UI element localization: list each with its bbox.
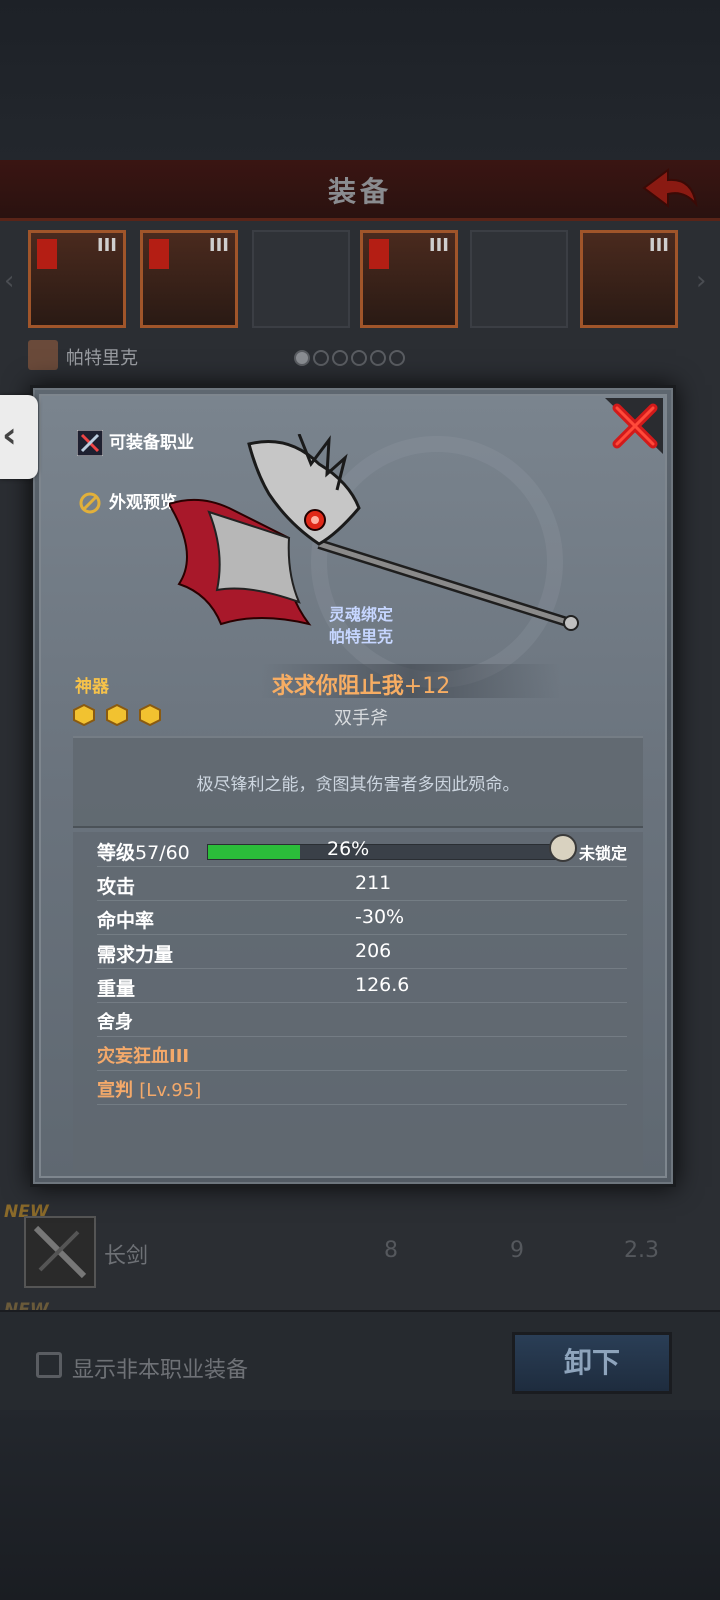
equipment-slot[interactable]: III (28, 230, 126, 328)
xp-progress-bar (207, 844, 561, 860)
slots-right-arrow-icon[interactable]: › (696, 266, 706, 296)
soul-bound-label: 灵魂绑定 (328, 605, 393, 624)
equipment-slot-empty[interactable] (470, 230, 568, 328)
weapon-type: 双手斧 (334, 708, 388, 729)
stat-value: 206 (355, 940, 392, 962)
skill-row: 舍身 (97, 1002, 627, 1037)
character-name: 帕特里克 (66, 348, 138, 369)
slot-tier: III (428, 235, 449, 256)
level-text: 等级57/60 (97, 838, 190, 865)
background-top (0, 0, 720, 160)
level-row: 等级57/60 26% 未锁定 (97, 832, 627, 867)
gem-icon (106, 704, 129, 726)
stat-row: 需求力量 206 (97, 934, 627, 969)
modal-panel: 可装备职业 外观预览 灵魂绑定 帕特里克 神器 求求你阻止我+12 双手斧 极尽… (39, 394, 667, 1178)
description-box: 极尽锋利之能，贪图其伤害者多因此殒命。 (73, 736, 643, 828)
close-icon[interactable] (605, 398, 663, 454)
list-item[interactable]: NEW 长剑 8 9 2.3 (0, 1200, 720, 1300)
slot-tier: III (96, 235, 117, 256)
page-dot[interactable] (294, 350, 310, 366)
stat-row: 攻击 211 (97, 866, 627, 901)
xp-percent: 26% (327, 838, 370, 860)
item-name-text: 求求你阻止我 (271, 674, 404, 699)
gem-icon (139, 704, 162, 726)
page-dots (294, 350, 408, 370)
level-label: 等级 (97, 842, 136, 864)
side-collapse-tab[interactable]: ‹ (0, 395, 38, 479)
soul-bound-info: 灵魂绑定 帕特里克 (291, 604, 431, 648)
unequip-label: 卸下 (563, 1346, 620, 1379)
skill-name: 舍身 (97, 1012, 133, 1033)
page-dot[interactable] (313, 350, 329, 366)
skill-name: 灾妄狂血III (97, 1046, 190, 1067)
appearance-preview-label: 外观预览 (109, 493, 177, 513)
equipment-slot[interactable]: III (140, 230, 238, 328)
stat-label: 攻击 (97, 876, 136, 898)
stat-value: 126.6 (355, 974, 410, 996)
item-detail-modal: 可装备职业 外观预览 灵魂绑定 帕特里克 神器 求求你阻止我+12 双手斧 极尽… (30, 385, 676, 1187)
list-item-value: 9 (510, 1238, 524, 1263)
skill-row: 宣判 [Lv.95] (97, 1070, 627, 1105)
slot-tier: III (208, 235, 229, 256)
equipment-slots: ‹ III III III III › (0, 226, 720, 332)
show-other-class-checkbox[interactable] (36, 1352, 62, 1378)
stat-value: -30% (355, 906, 405, 928)
rarity-label: 神器 (75, 677, 109, 697)
list-item-value: 8 (384, 1238, 398, 1263)
level-value: 57/60 (135, 842, 190, 864)
gem-icon (73, 704, 95, 726)
skill-row: 灾妄狂血III (97, 1036, 627, 1071)
back-arrow-icon[interactable] (640, 166, 700, 212)
stats-panel: 等级57/60 26% 未锁定 攻击 211 命中率 -30% 需求力量 206 (73, 832, 643, 1172)
stat-row: 重量 126.6 (97, 968, 627, 1003)
equipment-slot[interactable]: III (580, 230, 678, 328)
bottom-bar: 显示非本职业装备 卸下 (0, 1310, 720, 1412)
item-description: 极尽锋利之能，贪图其伤害者多因此殒命。 (196, 775, 520, 795)
page-dot[interactable] (351, 350, 367, 366)
stat-row: 命中率 -30% (97, 900, 627, 935)
page-dot[interactable] (332, 350, 348, 366)
background-bottom (0, 1410, 720, 1600)
item-name: 求求你阻止我+12 (211, 668, 511, 700)
equipment-slot-empty[interactable] (252, 230, 350, 328)
banner-icon (37, 239, 57, 269)
page-title: 装备 (327, 175, 392, 208)
banner-icon (149, 239, 169, 269)
preview-icon (79, 492, 101, 514)
slots-left-arrow-icon[interactable]: ‹ (4, 266, 14, 296)
stat-value: 211 (355, 872, 392, 894)
unequip-button[interactable]: 卸下 (512, 1332, 672, 1394)
slot-tier: III (648, 235, 669, 256)
skill-name: 宣判 (97, 1080, 140, 1101)
list-item-name: 长剑 (104, 1244, 149, 1269)
stat-label: 命中率 (97, 910, 155, 932)
stat-label: 重量 (97, 978, 136, 1000)
equipment-slot[interactable]: III (360, 230, 458, 328)
bound-owner: 帕特里克 (328, 627, 393, 646)
character-row: 帕特里克 (28, 340, 708, 374)
stat-label: 需求力量 (97, 944, 174, 966)
page-dot[interactable] (389, 350, 405, 366)
skill-name-with-level: 宣判 [Lv.95] (97, 1076, 201, 1102)
chevron-left-icon: ‹ (2, 415, 17, 456)
skill-level: [Lv.95] (139, 1080, 202, 1101)
lock-status: 未锁定 (579, 844, 628, 863)
checkbox-label: 显示非本职业装备 (72, 1358, 249, 1383)
page-dot[interactable] (370, 350, 386, 366)
header: 装备 (0, 160, 720, 221)
enhance-level: +12 (403, 674, 451, 699)
xp-progress-fill (208, 845, 300, 859)
appearance-preview-button[interactable]: 外观预览 (77, 488, 177, 516)
avatar[interactable] (28, 340, 58, 370)
banner-icon (369, 239, 389, 269)
gem-slots (73, 704, 167, 730)
crossed-weapons-icon (77, 430, 103, 456)
list-item-value: 2.3 (624, 1238, 659, 1263)
lock-icon[interactable] (549, 834, 577, 862)
sword-icon (24, 1216, 96, 1288)
